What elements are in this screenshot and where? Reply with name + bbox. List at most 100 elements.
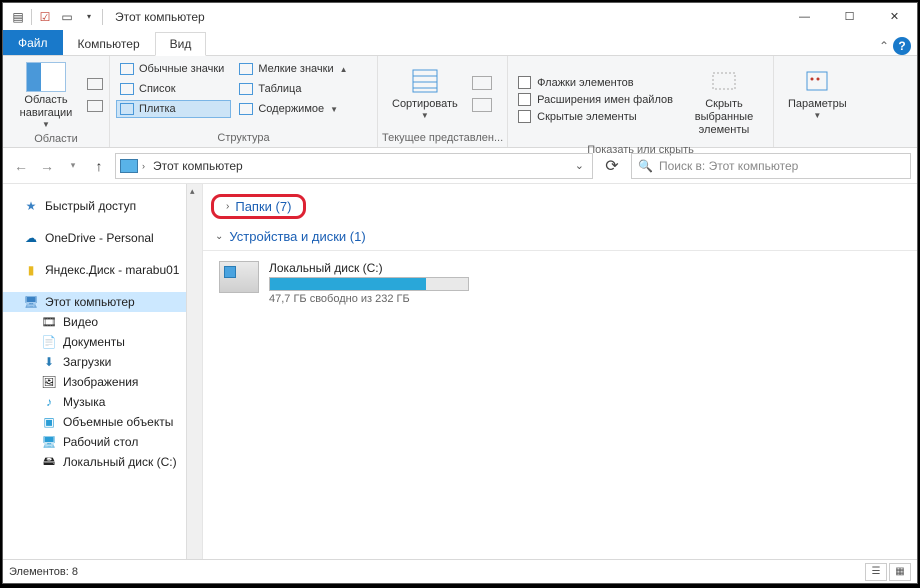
- pc-icon: 🖥: [23, 295, 39, 309]
- forward-button[interactable]: →: [35, 154, 59, 178]
- details-view-button[interactable]: ☰: [865, 563, 887, 581]
- tree-music[interactable]: ♪Музыка: [3, 392, 202, 412]
- minimize-button[interactable]: ―: [782, 3, 827, 31]
- tab-computer[interactable]: Компьютер: [63, 32, 155, 55]
- ribbon-group-options: Параметры ▼: [774, 56, 861, 147]
- hide-icon: [708, 66, 740, 96]
- content-area: ★Быстрый доступ ☁OneDrive - Personal ▮Ян…: [3, 184, 917, 559]
- cloud-icon: ☁: [23, 231, 39, 245]
- status-bar: Элементов: 8 ☰ ▦: [3, 559, 917, 583]
- checkbox-file-extensions[interactable]: Расширения имен файлов: [518, 93, 673, 106]
- help-button[interactable]: ?: [893, 37, 911, 55]
- tree-documents[interactable]: 📄Документы: [3, 332, 202, 352]
- search-input[interactable]: 🔍 Поиск в: Этот компьютер: [631, 153, 911, 179]
- main-view[interactable]: › Папки (7) ⌄ Устройства и диски (1) Лок…: [203, 184, 917, 559]
- star-icon: ★: [23, 199, 39, 213]
- ribbon-group-areas: Область навигации ▼ Области: [3, 56, 110, 147]
- tree-3d-objects[interactable]: ▣Объемные объекты: [3, 412, 202, 432]
- list-icon: [119, 82, 135, 96]
- layout-list[interactable]: Список: [116, 80, 231, 98]
- preview-pane-button[interactable]: [87, 78, 103, 90]
- chevron-down-icon: ▼: [813, 111, 821, 120]
- search-icon: 🔍: [638, 159, 653, 173]
- cube-icon: ▣: [41, 415, 57, 429]
- tree-yandex-disk[interactable]: ▮Яндекс.Диск - marabu01: [3, 260, 202, 280]
- tab-view[interactable]: Вид: [155, 32, 207, 56]
- tree-quick-access[interactable]: ★Быстрый доступ: [3, 196, 202, 216]
- options-button[interactable]: Параметры ▼: [778, 58, 857, 130]
- status-item-count: Элементов: 8: [9, 566, 78, 578]
- tree-pictures[interactable]: 🖼Изображения: [3, 372, 202, 392]
- chevron-down-icon: ▼: [42, 120, 50, 129]
- navigation-tree[interactable]: ★Быстрый доступ ☁OneDrive - Personal ▮Ян…: [3, 184, 203, 559]
- hide-selected-button[interactable]: Скрыть выбранные элементы: [679, 58, 769, 142]
- picture-icon: 🖼: [41, 375, 57, 389]
- tree-desktop[interactable]: 🖥Рабочий стол: [3, 432, 202, 452]
- size-columns-button[interactable]: [472, 98, 492, 112]
- checkbox-item-flags[interactable]: Флажки элементов: [518, 76, 673, 89]
- group-label-layout: Структура: [114, 130, 373, 147]
- address-dropdown[interactable]: ⌄: [575, 159, 588, 172]
- titlebar: ▤ ☑ ▭ ▾ Этот компьютер ― ☐ ✕: [3, 3, 917, 31]
- window-controls: ― ☐ ✕: [782, 3, 917, 31]
- checkbox-icon: [518, 93, 531, 106]
- tree-downloads[interactable]: ⬇Загрузки: [3, 352, 202, 372]
- tree-this-pc[interactable]: 🖥Этот компьютер: [3, 292, 202, 312]
- window-title: Этот компьютер: [109, 10, 205, 24]
- refresh-button[interactable]: ⟳: [597, 153, 627, 179]
- checkbox-icon: [518, 76, 531, 89]
- details-pane-button[interactable]: [87, 100, 103, 112]
- ribbon-collapse-icon[interactable]: ⌃: [879, 39, 889, 53]
- layout-table[interactable]: Таблица: [235, 80, 354, 98]
- icons-icon: [119, 62, 135, 76]
- chevron-up-icon[interactable]: ▲: [340, 65, 348, 74]
- address-bar[interactable]: › Этот компьютер ⌄: [115, 153, 593, 179]
- scrollbar[interactable]: [186, 184, 203, 559]
- recent-dropdown[interactable]: ▾: [61, 154, 85, 178]
- navigation-pane-label: Область навигации: [11, 94, 81, 120]
- drive-item[interactable]: Локальный диск (C:) 47,7 ГБ свободно из …: [203, 257, 917, 309]
- new-folder-icon[interactable]: ▭: [56, 6, 78, 28]
- group-label-areas: Области: [7, 131, 105, 148]
- layout-tiles[interactable]: Плитка: [116, 100, 231, 118]
- table-icon: [238, 82, 254, 96]
- chevron-right-icon[interactable]: ›: [142, 161, 145, 171]
- up-button[interactable]: ↑: [87, 154, 111, 178]
- layout-content[interactable]: Содержимое▼: [235, 100, 354, 118]
- back-button[interactable]: ←: [9, 154, 33, 178]
- drive-info: Локальный диск (C:) 47,7 ГБ свободно из …: [269, 261, 469, 305]
- add-columns-button[interactable]: [472, 76, 492, 90]
- ribbon-group-current-view: Сортировать ▼ Текущее представлен...: [378, 56, 508, 147]
- devices-section-header[interactable]: ⌄ Устройства и диски (1): [203, 223, 917, 251]
- tiles-icon: [119, 102, 135, 116]
- chevron-down-icon[interactable]: ▼: [330, 105, 338, 114]
- breadcrumb[interactable]: Этот компьютер: [149, 159, 247, 173]
- chevron-down-icon: ⌄: [215, 231, 223, 242]
- checkbox-hidden-items[interactable]: Скрытые элементы: [518, 110, 673, 123]
- folders-section-header[interactable]: › Папки (7): [211, 194, 306, 219]
- this-pc-icon: [120, 159, 138, 173]
- tree-videos[interactable]: 🎞Видео: [3, 312, 202, 332]
- column-buttons: [468, 58, 496, 130]
- tree-local-disk[interactable]: 🖴Локальный диск (C:): [3, 452, 202, 472]
- tab-file[interactable]: Файл: [3, 30, 63, 55]
- drive-usage-fill: [270, 278, 426, 290]
- tree-onedrive[interactable]: ☁OneDrive - Personal: [3, 228, 202, 248]
- folder-icon: ▤: [7, 6, 29, 28]
- group-label-current: Текущее представлен...: [382, 130, 503, 147]
- close-button[interactable]: ✕: [872, 3, 917, 31]
- nav-arrows: ← → ▾ ↑: [9, 154, 111, 178]
- sort-button[interactable]: Сортировать ▼: [382, 58, 468, 130]
- maximize-button[interactable]: ☐: [827, 3, 872, 31]
- large-icons-view-button[interactable]: ▦: [889, 563, 911, 581]
- properties-icon[interactable]: ☑: [34, 6, 56, 28]
- navigation-pane-button[interactable]: Область навигации ▼: [7, 58, 85, 131]
- chevron-down-icon: ▼: [421, 111, 429, 120]
- separator: [102, 9, 103, 25]
- layout-small-icons[interactable]: Мелкие значки▲: [235, 60, 354, 78]
- drive-usage-bar: [269, 277, 469, 291]
- checkbox-icon: [518, 110, 531, 123]
- qat-dropdown-icon[interactable]: ▾: [78, 6, 100, 28]
- video-icon: 🎞: [41, 315, 57, 329]
- layout-regular-icons[interactable]: Обычные значки: [116, 60, 231, 78]
